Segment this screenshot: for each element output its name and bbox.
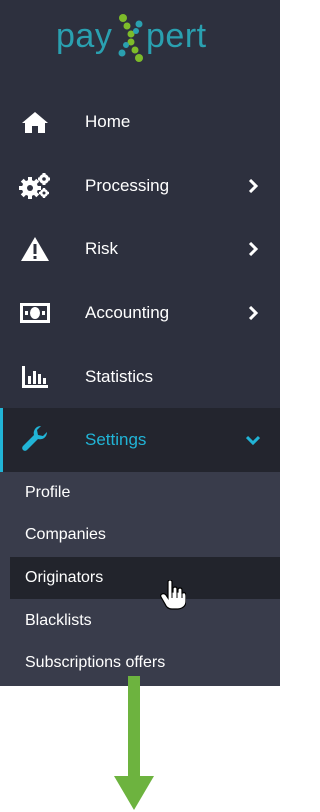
- sidebar: pay pert Home Processing Risk Accounting…: [0, 0, 280, 686]
- nav-item-label: Home: [85, 112, 131, 131]
- chevron-right-icon: [248, 306, 259, 320]
- nav-item-label: Risk: [85, 239, 119, 258]
- bar-chart-icon: [19, 363, 51, 391]
- wrench-icon: [19, 426, 51, 454]
- submenu-item-label: Profile: [25, 484, 71, 501]
- nav-item-accounting[interactable]: Accounting: [0, 281, 280, 345]
- active-indicator: [0, 408, 3, 472]
- logo-x-mark: [118, 14, 143, 62]
- paysxpert-logo[interactable]: pay pert: [0, 0, 280, 78]
- submenu-item-originators[interactable]: Originators: [10, 557, 280, 599]
- submenu-item-label: Companies: [25, 526, 106, 543]
- arrow-down-icon: [114, 676, 154, 810]
- submenu-item-companies[interactable]: Companies: [10, 514, 280, 556]
- warning-icon: [19, 235, 51, 263]
- logo-text-right: pert: [146, 17, 207, 55]
- nav-item-label: Statistics: [85, 367, 154, 386]
- submenu-item-profile[interactable]: Profile: [10, 472, 280, 514]
- gears-icon: [19, 172, 51, 200]
- nav-item-label: Accounting: [85, 303, 170, 322]
- submenu-item-blacklists[interactable]: Blacklists: [10, 600, 280, 642]
- nav-item-settings[interactable]: Settings: [0, 408, 280, 472]
- nav-item-home[interactable]: Home: [0, 90, 280, 154]
- money-icon: [19, 299, 51, 327]
- chevron-right-icon: [248, 242, 259, 256]
- nav-item-statistics[interactable]: Statistics: [0, 345, 280, 409]
- chevron-down-icon: [246, 435, 260, 446]
- submenu-item-label: Originators: [25, 569, 104, 586]
- chevron-right-icon: [248, 179, 259, 193]
- nav-item-label: Settings: [85, 430, 147, 449]
- hand-cursor-icon: [160, 580, 186, 610]
- nav-item-label: Processing: [85, 176, 170, 195]
- settings-submenu: Profile Companies Originators Blacklists…: [0, 472, 280, 686]
- nav-item-risk[interactable]: Risk: [0, 217, 280, 281]
- submenu-item-label: Blacklists: [25, 612, 92, 629]
- home-icon: [19, 108, 51, 136]
- submenu-item-label: Subscriptions offers: [25, 654, 166, 671]
- logo-text-left: pay: [56, 17, 113, 55]
- nav-item-processing[interactable]: Processing: [0, 154, 280, 218]
